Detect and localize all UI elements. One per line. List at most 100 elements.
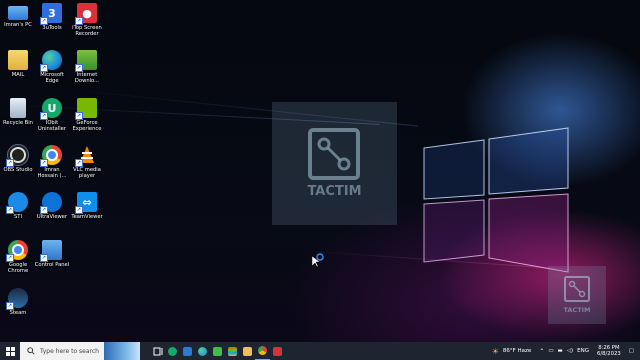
desktop-icon-label: GeForce Experience: [72, 120, 102, 132]
desktop-icon-label: Steam: [9, 310, 27, 316]
desktop-icon-google-chrome[interactable]: ↗ Google Chrome: [0, 240, 36, 274]
desktop-icon-label: Internet Downlo...: [74, 72, 100, 84]
store-icon: [228, 346, 237, 356]
desktop[interactable]: TACTIM TACTIM Imran's PC MAIL Recycle Bi…: [0, 0, 640, 342]
obs-icon: ↗: [6, 144, 29, 167]
start-button[interactable]: [0, 342, 20, 360]
taskbar-app-iobit[interactable]: [165, 342, 180, 360]
shortcut-arrow-icon: ↗: [40, 17, 48, 25]
desktop-icon-label: TeamViewer: [71, 214, 103, 220]
clock-date: 6/8/2023: [597, 351, 621, 357]
desktop-icon-label: STI: [14, 214, 22, 220]
teamviewer-icon: ⇔ ↗: [75, 192, 97, 214]
shortcut-arrow-icon: ↗: [40, 206, 48, 214]
desktop-icon-sti[interactable]: ↗ STI: [0, 192, 36, 220]
desktop-icon-label: OBS Studio: [3, 167, 33, 173]
shortcut-arrow-icon: ↗: [40, 64, 48, 72]
search-icon: [27, 347, 35, 355]
taskbar-app-mail[interactable]: [180, 342, 195, 360]
chrome-profile-icon: ↗: [40, 145, 62, 167]
mail-icon: [183, 346, 192, 356]
watermark-box-small: TACTIM: [548, 266, 606, 324]
steam-icon: ↗: [6, 288, 28, 310]
desktop-icon-3utools[interactable]: 3 ↗ 3uTools: [34, 3, 70, 31]
shortcut-arrow-icon: ↗: [6, 159, 14, 167]
lock-icon: [213, 346, 222, 356]
desktop-icon-recycle-bin[interactable]: Recycle Bin: [0, 98, 36, 126]
desktop-icon-ultraviewer[interactable]: ↗ UltraViewer: [34, 192, 70, 220]
windows-start-icon: [5, 346, 15, 356]
folder-icon: [243, 346, 252, 356]
desktop-icon-label: Imran's PC: [4, 22, 32, 28]
taskbar-app-file-explorer[interactable]: [240, 342, 255, 360]
clock[interactable]: 8:26 PM 6/8/2023: [597, 345, 621, 357]
language-indicator[interactable]: ENG: [577, 348, 589, 354]
desktop-icon-iobit-uninstaller[interactable]: U ↗ IObit Uninstaller: [34, 98, 70, 132]
taskbar-app-itop-recorder[interactable]: [270, 342, 285, 360]
itop-recorder-icon: [273, 346, 282, 356]
taskbar-app-chrome[interactable]: [255, 342, 270, 360]
taskbar: Type here to search ☀ 86°F Haze ⌃ ▭ ▬ ◁)…: [0, 342, 640, 360]
desktop-icon-label: Microsoft Edge: [40, 72, 64, 84]
weather-icon: ☀: [491, 346, 499, 356]
desktop-icon-control-panel[interactable]: ↗ Control Panel: [34, 240, 70, 268]
shortcut-arrow-icon: ↗: [75, 112, 83, 120]
itop-recorder-icon: ● ↗: [75, 3, 97, 25]
desktop-icon-obs-studio[interactable]: ↗ OBS Studio: [0, 144, 36, 173]
chrome-icon: ↗: [6, 240, 28, 262]
vlc-cone-icon: ↗: [75, 145, 97, 167]
shortcut-arrow-icon: ↗: [40, 254, 48, 262]
network-icon[interactable]: ▭: [548, 348, 553, 354]
watermark-box: TACTIM: [272, 102, 397, 225]
shortcut-arrow-icon: ↗: [75, 17, 83, 25]
shortcut-arrow-icon: ↗: [6, 206, 14, 214]
geforce-icon: ↗: [75, 98, 97, 120]
iobit-icon: [168, 346, 177, 356]
task-view-icon: [153, 347, 162, 355]
volume-icon[interactable]: ◁): [567, 348, 573, 354]
control-panel-icon: ↗: [40, 240, 62, 262]
search-placeholder: Type here to search: [40, 347, 99, 355]
desktop-icon-teamviewer[interactable]: ⇔ ↗ TeamViewer: [69, 192, 105, 220]
desktop-icon-label: Control Panel: [34, 262, 70, 268]
chrome-icon: [258, 346, 267, 355]
shortcut-arrow-icon: ↗: [40, 112, 48, 120]
desktop-icon-internet-download-manager[interactable]: ↗ Internet Downlo...: [69, 50, 105, 84]
sti-app-icon: ↗: [6, 192, 28, 214]
ultraviewer-icon: ↗: [40, 192, 62, 214]
shortcut-arrow-icon: ↗: [6, 302, 14, 310]
desktop-icon-label: iTop Screen Recorder: [72, 25, 102, 37]
desktop-icon-mail[interactable]: MAIL: [0, 50, 36, 78]
desktop-icon-microsoft-edge[interactable]: ↗ Microsoft Edge: [34, 50, 70, 84]
taskbar-search-box[interactable]: Type here to search: [20, 342, 140, 360]
system-tray: ☀ 86°F Haze ⌃ ▭ ▬ ◁) ENG 8:26 PM 6/8/202…: [488, 342, 640, 360]
search-highlight-image: [104, 342, 140, 360]
weather-text[interactable]: 86°F Haze: [503, 348, 531, 354]
notifications-icon[interactable]: ▢: [629, 348, 634, 354]
folder-icon: [8, 50, 28, 70]
desktop-icon-this-pc[interactable]: Imran's PC: [0, 3, 36, 28]
battery-icon[interactable]: ▬: [558, 348, 563, 354]
desktop-icon-label: VLC media player: [73, 167, 101, 179]
desktop-icon-label: MAIL: [11, 72, 25, 78]
desktop-icon-label: Imran Hossain (...: [37, 167, 67, 179]
taskbar-app-security[interactable]: [210, 342, 225, 360]
edge-icon: [198, 346, 207, 356]
idm-icon: ↗: [75, 50, 97, 72]
desktop-icon-steam[interactable]: ↗ Steam: [0, 288, 36, 316]
chevron-up-icon[interactable]: ⌃: [539, 348, 544, 355]
desktop-icon-imran-hossain[interactable]: ↗ Imran Hossain (...: [34, 145, 70, 179]
taskbar-app-edge[interactable]: [195, 342, 210, 360]
desktop-icon-vlc-media-player[interactable]: ↗ VLC media player: [69, 145, 105, 179]
recycle-bin-icon: [10, 98, 26, 118]
task-view-button[interactable]: [150, 342, 165, 360]
watermark-logo-icon: [308, 128, 360, 180]
desktop-icon-itop-screen-recorder[interactable]: ● ↗ iTop Screen Recorder: [69, 3, 105, 37]
desktop-icon-label: UltraViewer: [36, 214, 68, 220]
taskbar-app-store[interactable]: [225, 342, 240, 360]
watermark-text: TACTIM: [307, 184, 362, 199]
desktop-icon-geforce-experience[interactable]: ↗ GeForce Experience: [69, 98, 105, 132]
iobit-uninstaller-icon: U ↗: [40, 98, 62, 120]
shortcut-arrow-icon: ↗: [40, 159, 48, 167]
desktop-icon-label: 3uTools: [42, 25, 62, 31]
